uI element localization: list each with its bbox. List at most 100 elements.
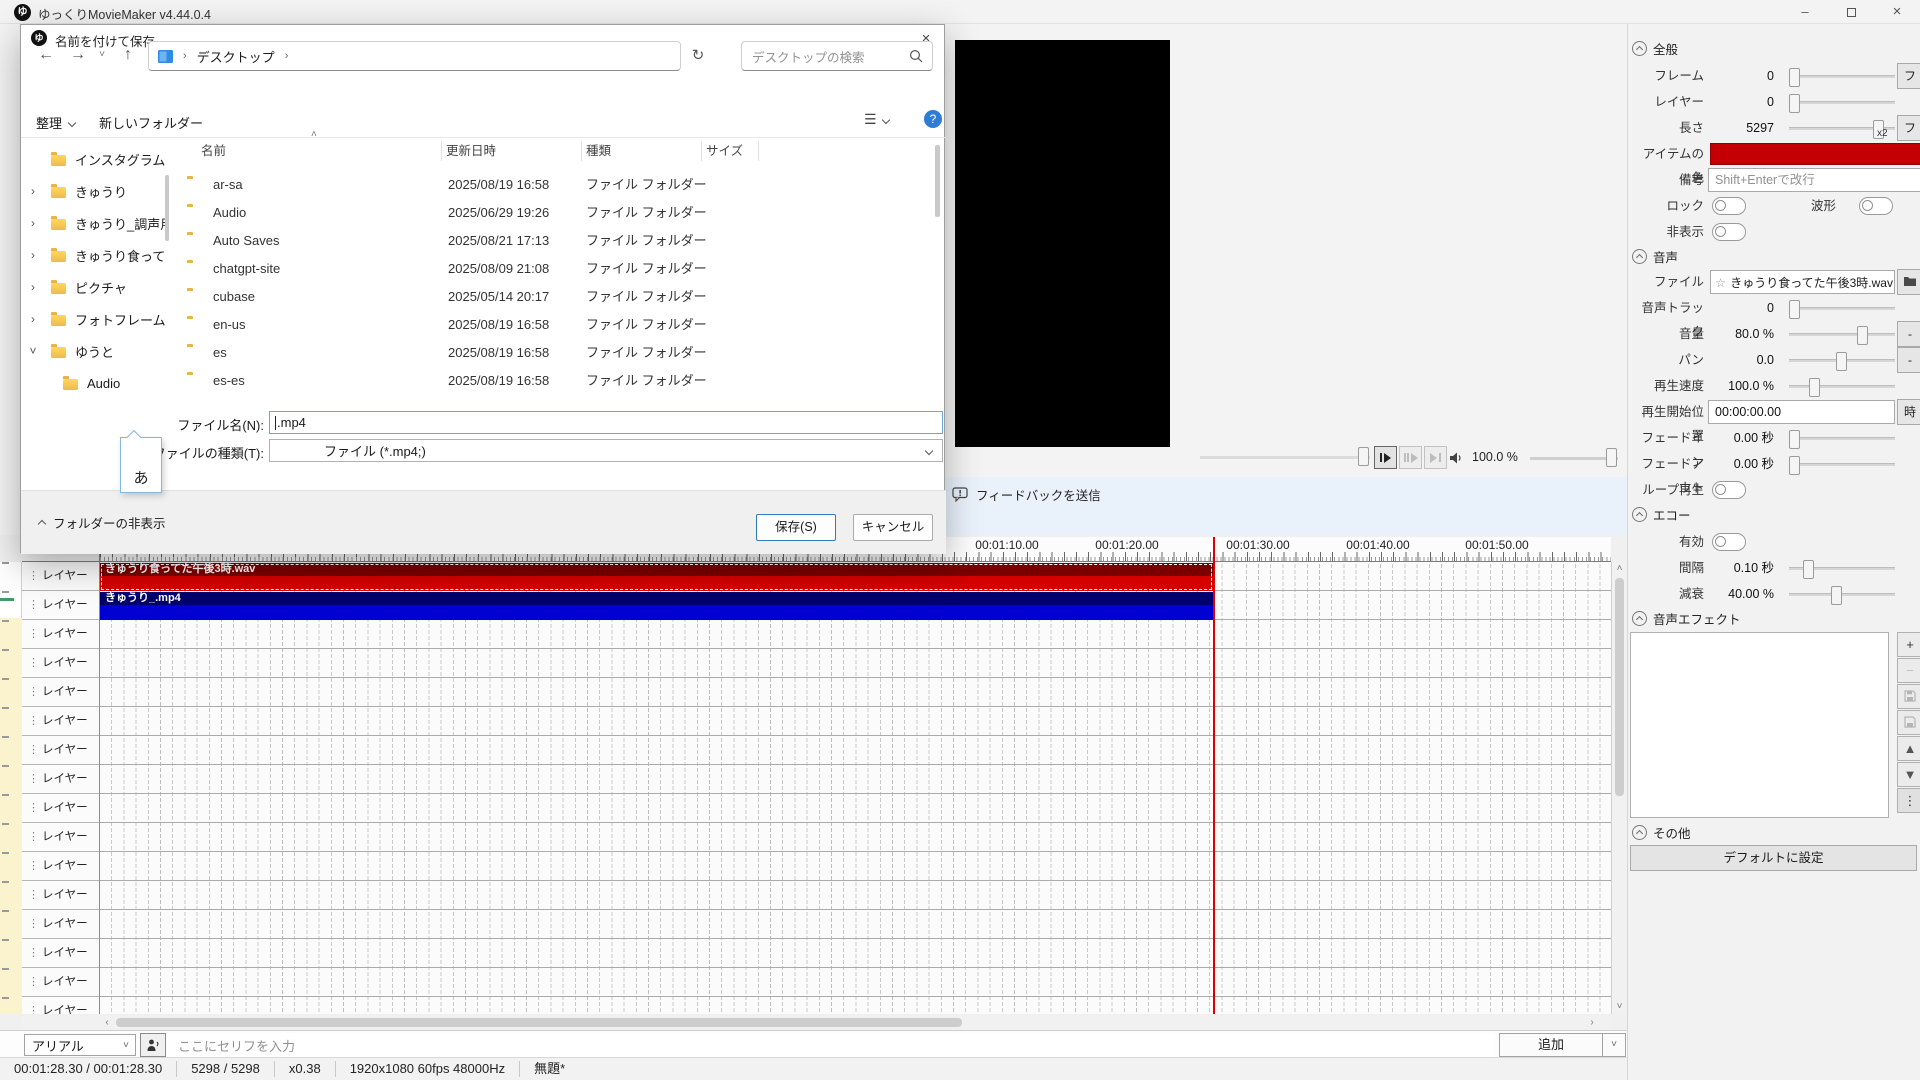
add-button[interactable]: 追加: [1499, 1033, 1603, 1057]
layer-label[interactable]: ⋮レイヤー 06: [22, 736, 99, 765]
hide-folders-button[interactable]: フォルダーの非表示: [39, 513, 166, 532]
address-bar[interactable]: › デスクトップ ›: [148, 41, 681, 71]
layer-label[interactable]: ⋮レイヤー 10: [22, 852, 99, 881]
character-voice-button[interactable]: [140, 1033, 166, 1057]
length-side-button[interactable]: フ: [1897, 115, 1920, 141]
breadcrumb-crumb[interactable]: デスクトップ: [197, 47, 275, 66]
view-options-button[interactable]: ☰: [864, 111, 889, 128]
audio-file-combo[interactable]: ☆ きゅうり食ってた午後3時.wav ˅: [1710, 270, 1895, 294]
scroll-up-icon[interactable]: ˄: [1612, 562, 1627, 576]
dialogue-input[interactable]: ここにセリフを入力: [168, 1033, 1494, 1057]
up-button[interactable]: ↑: [115, 41, 141, 69]
pause-play-button[interactable]: [1399, 446, 1422, 469]
effect-save-as-button[interactable]: [1897, 684, 1920, 709]
pan-side-button[interactable]: -: [1897, 347, 1920, 373]
file-row[interactable]: chatgpt-site 2025/08/09 21:08 ファイル フォルダー: [171, 255, 933, 283]
echo-decay-slider[interactable]: [1789, 593, 1895, 596]
tree-collapsed-icon[interactable]: ›: [25, 184, 41, 198]
font-select[interactable]: アリアル ˅: [24, 1034, 136, 1056]
section-echo[interactable]: エコー: [1632, 504, 1691, 524]
item-color-swatch[interactable]: [1710, 143, 1920, 165]
layer-label[interactable]: ⋮レイヤー 07: [22, 765, 99, 794]
minimize-button[interactable]: –: [1782, 0, 1828, 24]
layer-label[interactable]: ⋮レイヤー 04: [22, 678, 99, 707]
layer-label[interactable]: ⋮レイヤー 14: [22, 968, 99, 997]
tree-scrollbar-thumb[interactable]: [165, 175, 169, 241]
maximize-button[interactable]: [1828, 0, 1874, 24]
browse-file-button[interactable]: [1897, 269, 1920, 295]
recent-locations-button[interactable]: ˅: [93, 41, 111, 69]
section-audio[interactable]: 音声: [1632, 246, 1678, 266]
fade-out-value[interactable]: 0.00 秒: [1708, 452, 1774, 476]
audio-track-value[interactable]: 0: [1708, 296, 1774, 320]
frame-slider[interactable]: [1789, 75, 1895, 78]
collapse-icon[interactable]: [1632, 507, 1647, 522]
play-to-end-button[interactable]: [1424, 446, 1447, 469]
preview-volume-thumb[interactable]: [1606, 448, 1617, 467]
echo-interval-value[interactable]: 0.10 秒: [1708, 556, 1774, 580]
tree-collapsed-icon[interactable]: ›: [25, 216, 41, 230]
layer-label[interactable]: ⋮レイヤー 03: [22, 649, 99, 678]
section-others[interactable]: その他: [1632, 822, 1691, 842]
layer-label[interactable]: ⋮レイヤー 00: [22, 562, 99, 591]
section-general[interactable]: 全般: [1632, 38, 1678, 58]
favorite-star-icon[interactable]: ☆: [1711, 275, 1730, 290]
tree-collapsed-icon[interactable]: ›: [25, 312, 41, 326]
collapse-icon[interactable]: [1632, 41, 1647, 56]
effect-move-up-button[interactable]: ▲: [1897, 736, 1920, 761]
collapse-icon[interactable]: [1632, 825, 1647, 840]
add-dropdown-button[interactable]: ˅: [1602, 1033, 1626, 1057]
vscroll-thumb[interactable]: [1615, 578, 1624, 796]
seek-slider-thumb[interactable]: [1358, 447, 1369, 466]
file-row[interactable]: es 2025/08/19 16:58 ファイル フォルダー: [171, 339, 933, 367]
refresh-button[interactable]: ↻: [685, 41, 711, 71]
frame-value[interactable]: 0: [1708, 64, 1774, 88]
speed-value[interactable]: 100.0 %: [1708, 374, 1774, 398]
fade-in-slider[interactable]: [1789, 437, 1895, 440]
tree-expanded-icon[interactable]: ˅: [25, 344, 41, 358]
fade-out-slider[interactable]: [1789, 463, 1895, 466]
filetype-dropdown[interactable]: ファイル (*.mp4;): [269, 439, 943, 462]
close-button[interactable]: ×: [1874, 0, 1920, 24]
timeline-hscrollbar[interactable]: ‹ ›: [22, 1016, 1611, 1029]
effect-add-button[interactable]: +: [1897, 632, 1920, 657]
length-value[interactable]: 5297: [1708, 116, 1774, 140]
layer-label[interactable]: ⋮レイヤー 12: [22, 910, 99, 939]
file-row[interactable]: ar-sa 2025/08/19 16:58 ファイル フォルダー: [171, 171, 933, 199]
column-name[interactable]: 名前: [201, 139, 226, 163]
layer-label[interactable]: ⋮レイヤー 15: [22, 997, 99, 1014]
effect-more-button[interactable]: ⋮: [1897, 788, 1920, 813]
layer-label[interactable]: ⋮レイヤー 02: [22, 620, 99, 649]
timeline-grid[interactable]: [100, 562, 1611, 1014]
clip-video[interactable]: きゅうり_.mp4: [100, 592, 1213, 620]
layer-value[interactable]: 0: [1708, 90, 1774, 114]
volume-value[interactable]: 80.0 %: [1708, 322, 1774, 346]
echo-enabled-toggle[interactable]: [1712, 533, 1746, 551]
collapse-icon[interactable]: [1632, 611, 1647, 626]
layer-label[interactable]: ⋮レイヤー 08: [22, 794, 99, 823]
timeline-vscrollbar[interactable]: ˄ ˅: [1611, 562, 1627, 1014]
audio-track-slider[interactable]: [1789, 307, 1895, 310]
fade-in-value[interactable]: 0.00 秒: [1708, 426, 1774, 450]
loop-toggle[interactable]: [1712, 481, 1746, 499]
scroll-down-icon[interactable]: ˅: [1612, 1000, 1627, 1014]
clip-audio[interactable]: きゅうり食ってた午後3時.wav: [100, 563, 1213, 591]
column-type[interactable]: 種類: [586, 139, 611, 163]
frame-side-button[interactable]: フ: [1897, 63, 1920, 89]
hidden-toggle[interactable]: [1712, 223, 1746, 241]
preview-volume-value[interactable]: 100.0 %: [1472, 450, 1518, 464]
tree-item-audio[interactable]: Audio: [25, 367, 165, 399]
layer-label[interactable]: ⋮レイヤー 11: [22, 881, 99, 910]
help-button[interactable]: ?: [924, 110, 942, 128]
seek-slider[interactable]: [1200, 456, 1370, 459]
scroll-right-icon[interactable]: ›: [1585, 1016, 1599, 1029]
set-default-button[interactable]: デフォルトに設定: [1630, 845, 1917, 871]
file-row[interactable]: Audio 2025/06/29 19:26 ファイル フォルダー: [171, 199, 933, 227]
start-position-input[interactable]: 00:00:00.00: [1708, 400, 1895, 424]
pan-slider[interactable]: [1789, 359, 1895, 362]
search-box[interactable]: デスクトップの検索: [741, 41, 933, 71]
play-button[interactable]: [1374, 446, 1397, 469]
tree-collapsed-icon[interactable]: ›: [25, 248, 41, 262]
file-row[interactable]: es-es 2025/08/19 16:58 ファイル フォルダー: [171, 367, 933, 395]
file-row[interactable]: Auto Saves 2025/08/21 17:13 ファイル フォルダー: [171, 227, 933, 255]
